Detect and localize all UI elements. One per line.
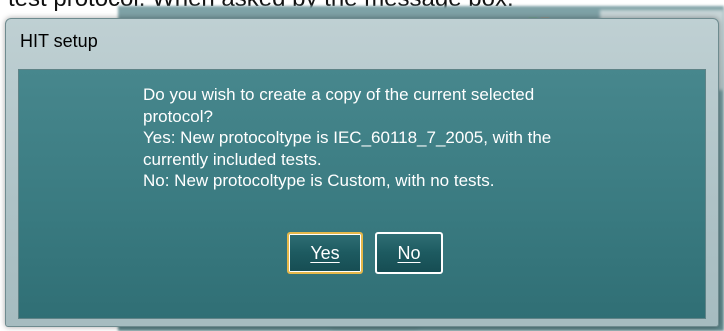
message-line: protocol? — [143, 106, 213, 126]
message-line: currently included tests. — [143, 149, 322, 169]
dialog-title-bar[interactable]: HIT setup — [6, 19, 718, 67]
message-line: No: New protocoltype is Custom, with no … — [143, 171, 495, 190]
message-dialog: HIT setup Do you wish to create a copy o… — [5, 18, 719, 327]
dialog-body: Do you wish to create a copy of the curr… — [18, 69, 706, 319]
yes-button[interactable]: Yes — [287, 232, 363, 274]
no-button-label: No — [397, 243, 421, 263]
yes-button-label: Yes — [310, 243, 340, 263]
message-line: Do you wish to create a copy of the curr… — [143, 85, 535, 104]
dialog-message: Do you wish to create a copy of the curr… — [143, 84, 693, 192]
message-line: Yes: New protocoltype is IEC_60118_7_200… — [143, 128, 552, 147]
dialog-title: HIT setup — [20, 31, 98, 51]
no-button[interactable]: No — [375, 232, 443, 274]
screenshot: test protocol. When asked by the message… — [0, 0, 724, 331]
